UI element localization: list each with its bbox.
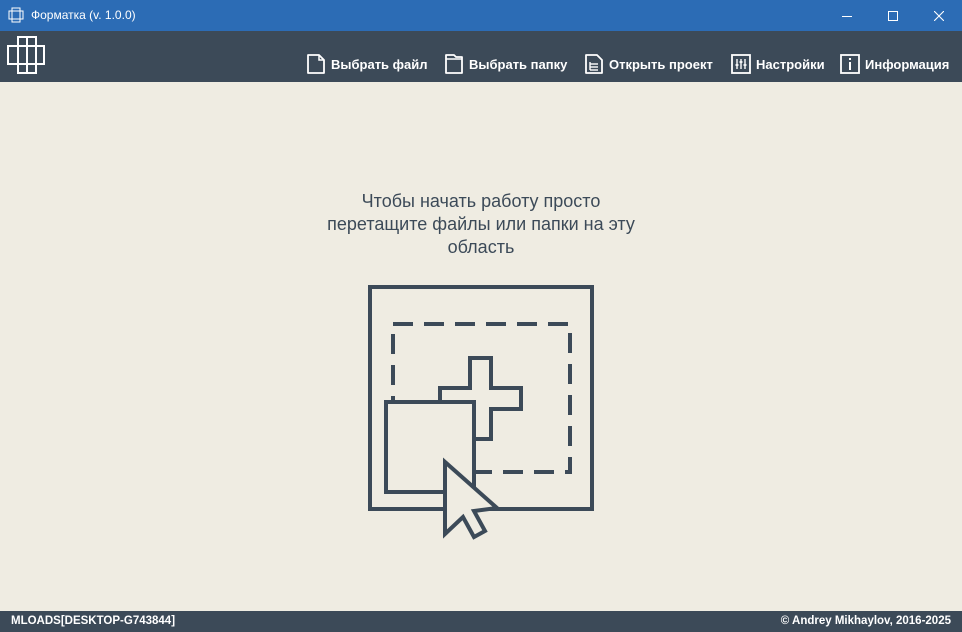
status-copyright: © Andrey Mikhaylov, 2016-2025 [780, 615, 951, 627]
select-folder-label: Выбрать папку [469, 56, 568, 72]
status-machine-name: MLOADS[DESKTOP-G743844] [11, 615, 176, 627]
maximize-button[interactable] [870, 0, 916, 31]
status-bar: MLOADS[DESKTOP-G743844] © Andrey Mikhayl… [0, 611, 962, 632]
toolbar: Выбрать файл Выбрать папку Открыть проек… [0, 31, 962, 82]
file-icon [307, 54, 325, 74]
app-icon [8, 7, 24, 28]
info-icon [840, 54, 860, 74]
close-button[interactable] [916, 0, 962, 31]
maximize-icon [888, 10, 898, 21]
close-icon [934, 10, 944, 21]
minimize-icon [842, 15, 852, 17]
info-button[interactable]: Информация [840, 53, 949, 75]
project-icon [585, 54, 603, 74]
settings-button[interactable]: Настройки [731, 53, 825, 75]
select-file-button[interactable]: Выбрать файл [306, 53, 428, 75]
open-project-button[interactable]: Открыть проект [584, 53, 713, 75]
open-project-label: Открыть проект [609, 56, 713, 72]
drop-instruction-line: область [447, 237, 515, 257]
window-title: Форматка (v. 1.0.0) [31, 8, 136, 22]
select-file-label: Выбрать файл [331, 56, 428, 72]
drop-instruction-line: Чтобы начать работу просто [361, 191, 601, 211]
sliders-icon [731, 54, 751, 74]
folder-icon [445, 54, 463, 74]
drop-instruction-line: перетащите файлы или папки на эту [327, 214, 635, 234]
settings-label: Настройки [756, 56, 825, 72]
app-logo-icon [7, 36, 47, 79]
drop-area[interactable]: Чтобы начать работу просто перетащите фа… [0, 82, 962, 611]
drop-instruction: Чтобы начать работу просто перетащите фа… [281, 190, 681, 259]
select-folder-button[interactable]: Выбрать папку [444, 53, 567, 75]
drag-drop-illustration-icon [368, 285, 594, 540]
title-bar[interactable]: Форматка (v. 1.0.0) [0, 0, 962, 31]
info-label: Информация [865, 56, 950, 72]
minimize-button[interactable] [824, 0, 870, 31]
